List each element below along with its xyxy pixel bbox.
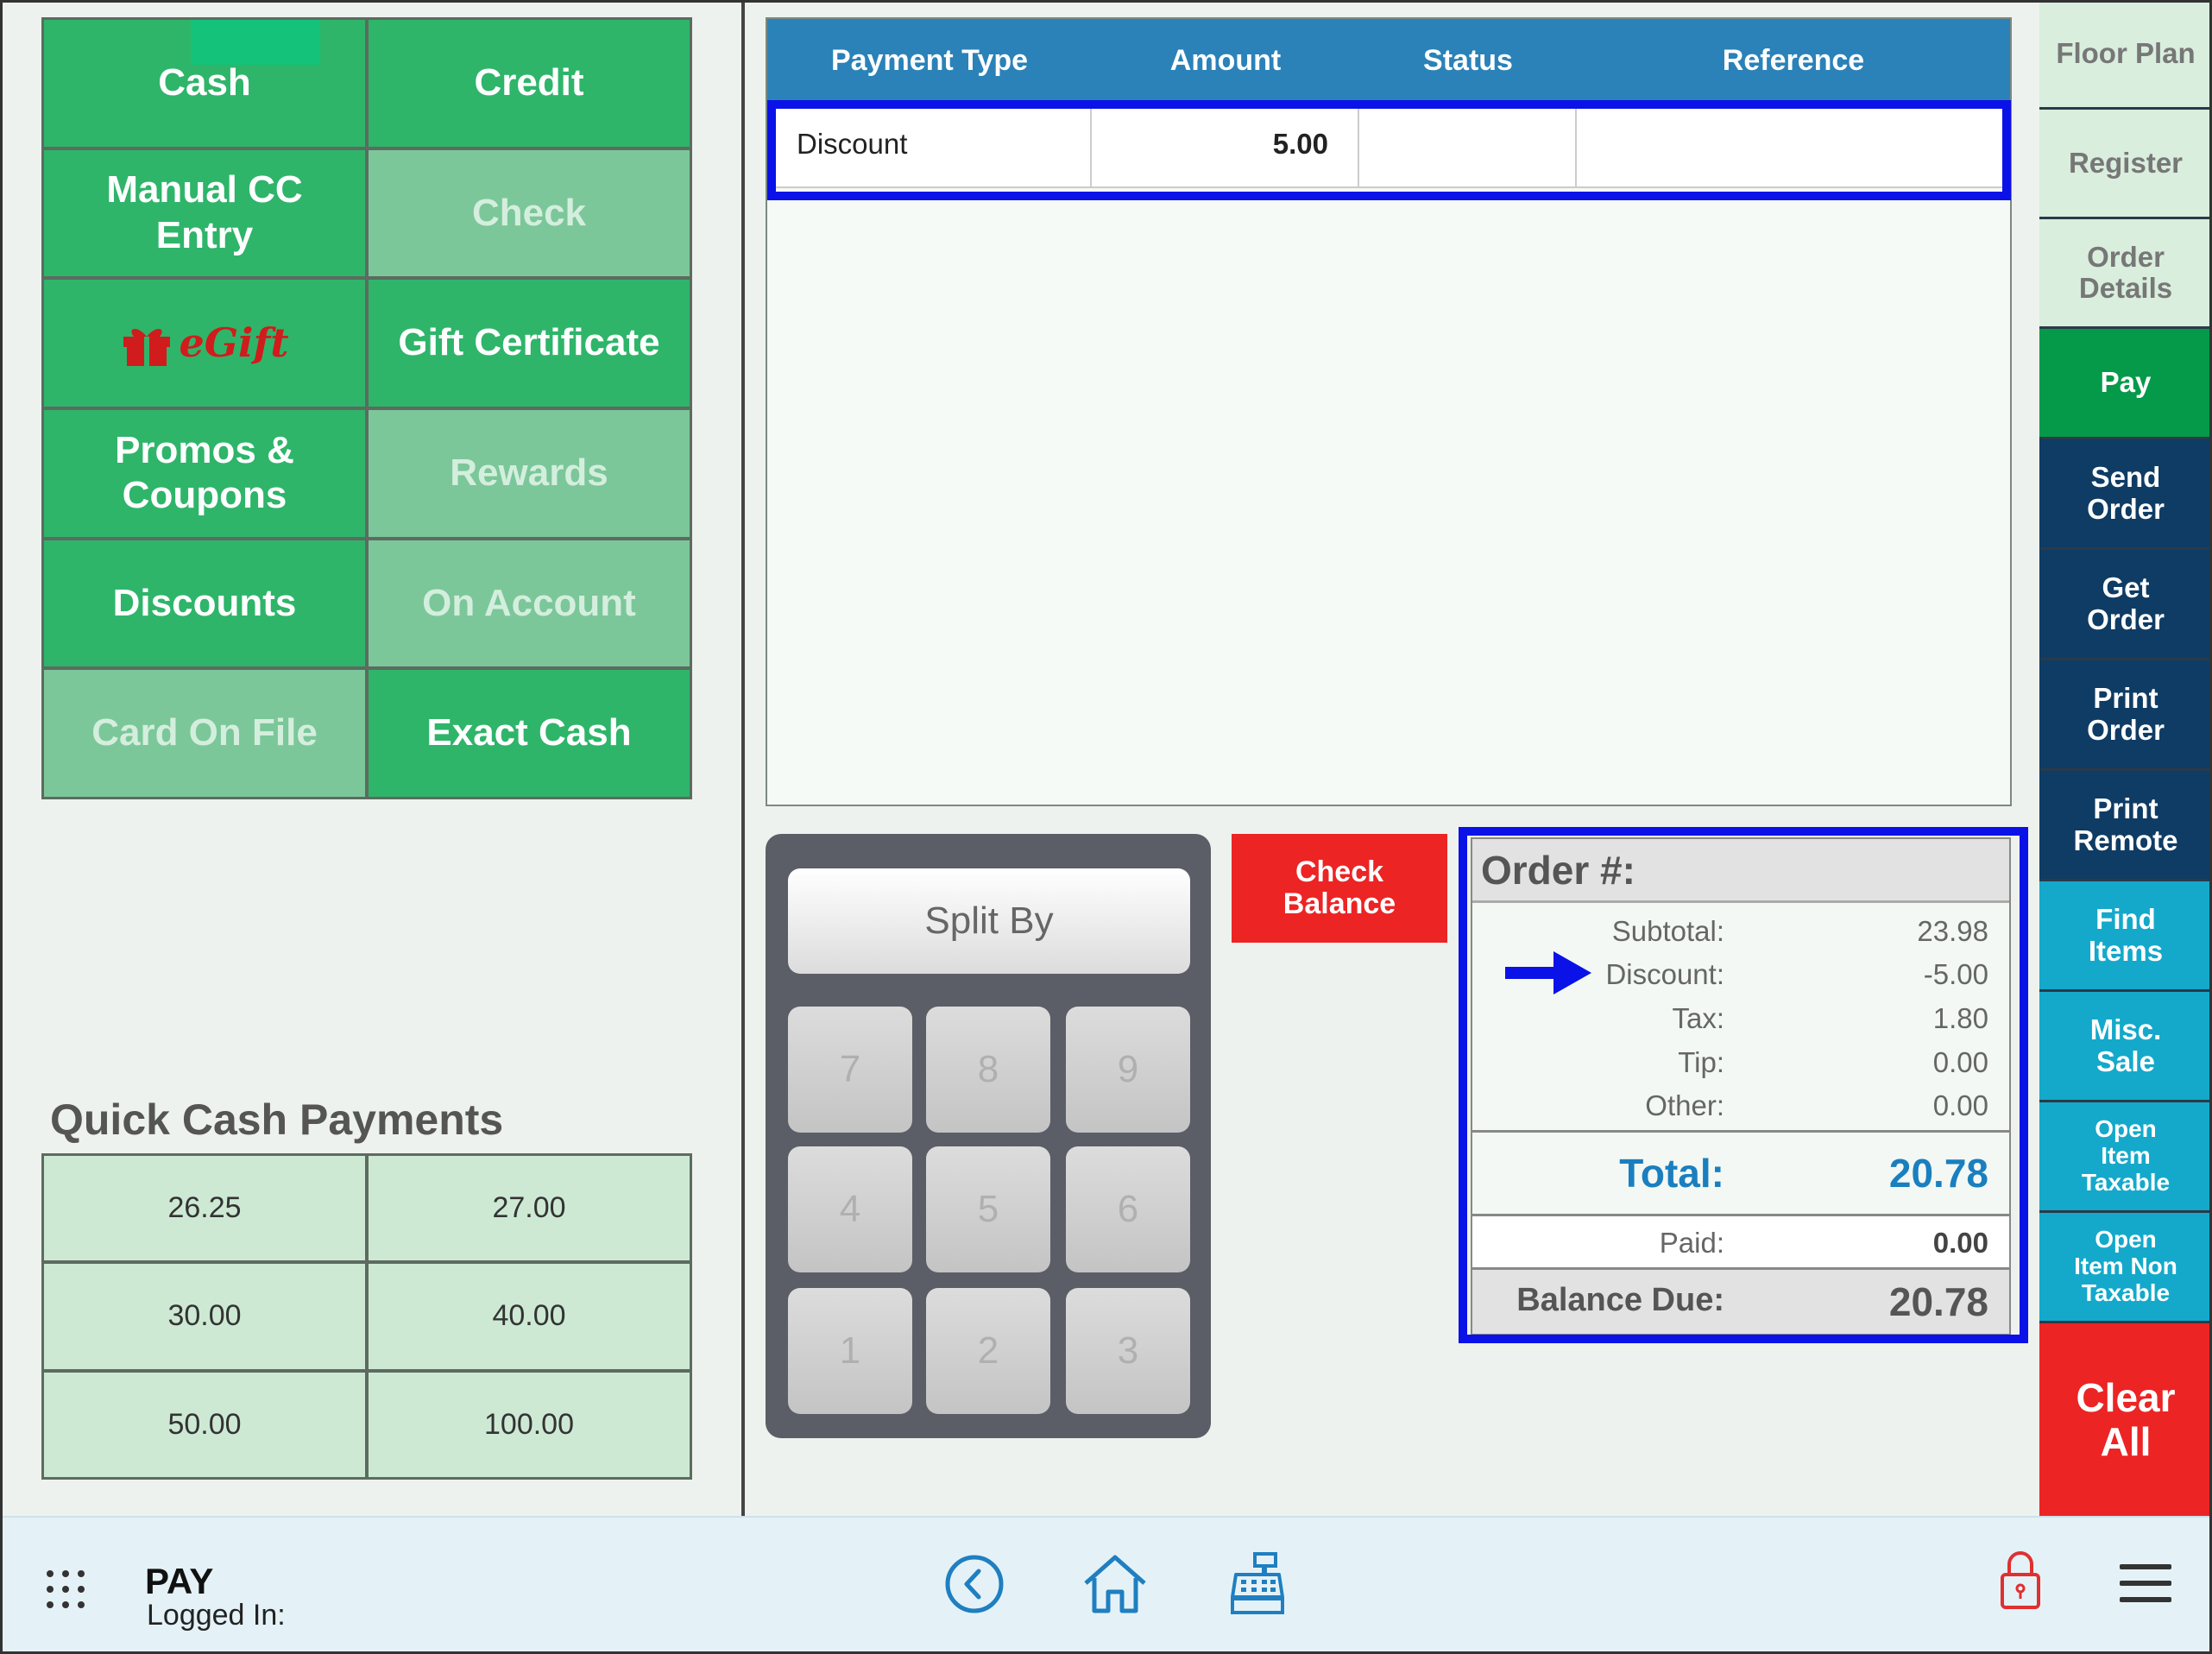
gift-icon xyxy=(123,328,171,366)
column-header-amount[interactable]: Amount xyxy=(1092,19,1359,102)
split-by-button[interactable]: Split By xyxy=(788,868,1190,974)
column-header-status[interactable]: Status xyxy=(1359,19,1577,102)
quick-cash-grid: 26.25 27.00 30.00 40.00 50.00 100.00 xyxy=(41,1153,692,1480)
quick-cash-button[interactable]: 100.00 xyxy=(369,1372,690,1477)
summary-highlight-box xyxy=(1459,827,2028,1343)
cash-label: Cash xyxy=(158,60,251,104)
print-order-button[interactable]: Print Order xyxy=(2039,660,2212,768)
quick-cash-button[interactable]: 30.00 xyxy=(44,1264,365,1369)
discounts-button[interactable]: Discounts xyxy=(44,540,365,667)
gift-certificate-button[interactable]: Gift Certificate xyxy=(369,280,690,407)
payments-table-header: Payment Type Amount Status Reference xyxy=(767,19,2010,102)
exact-cash-button[interactable]: Exact Cash xyxy=(369,670,690,797)
open-item-non-taxable-button[interactable]: Open Item Non Taxable xyxy=(2039,1213,2212,1321)
quick-cash-button[interactable]: 40.00 xyxy=(369,1264,690,1369)
promos-coupons-button[interactable]: Promos & Coupons xyxy=(44,410,365,537)
egift-logo: eGift xyxy=(120,319,289,367)
right-nav: Floor Plan Register Order Details Pay Se… xyxy=(2039,0,2212,1516)
keypad: Split By 7 8 9 4 5 6 1 2 3 xyxy=(766,834,1211,1438)
misc-sale-button[interactable]: Misc. Sale xyxy=(2039,992,2212,1100)
quick-cash-button[interactable]: 50.00 xyxy=(44,1372,365,1477)
logged-in-label: Logged In: xyxy=(147,1599,286,1632)
find-items-button[interactable]: Find Items xyxy=(2039,881,2212,989)
row-highlight-box xyxy=(767,100,2011,200)
keypad-key-7[interactable]: 7 xyxy=(788,1007,912,1133)
check-button[interactable]: Check xyxy=(369,149,690,277)
hamburger-menu-icon[interactable] xyxy=(2120,1562,2171,1604)
back-circle-icon[interactable] xyxy=(944,1554,1005,1614)
cash-accent-tab xyxy=(191,20,320,65)
keypad-key-8[interactable]: 8 xyxy=(926,1007,1050,1133)
on-account-button[interactable]: On Account xyxy=(369,540,690,667)
get-order-button[interactable]: Get Order xyxy=(2039,550,2212,658)
print-remote-button[interactable]: Print Remote xyxy=(2039,771,2212,879)
keypad-key-1[interactable]: 1 xyxy=(788,1288,912,1414)
keypad-key-3[interactable]: 3 xyxy=(1066,1288,1190,1414)
open-item-taxable-button[interactable]: Open Item Taxable xyxy=(2039,1102,2212,1210)
column-header-reference[interactable]: Reference xyxy=(1577,19,2010,102)
quick-cash-button[interactable]: 27.00 xyxy=(369,1156,690,1261)
egift-label: eGift xyxy=(179,319,289,367)
column-header-payment-type[interactable]: Payment Type xyxy=(767,19,1092,102)
cash-button[interactable]: Cash xyxy=(44,20,365,147)
panel-divider xyxy=(741,0,745,1516)
bottom-bar: PAY Logged In: xyxy=(0,1516,2212,1654)
keypad-key-6[interactable]: 6 xyxy=(1066,1146,1190,1272)
payment-methods-grid: Cash Credit Manual CC Entry Check eGift … xyxy=(41,17,692,799)
check-balance-button[interactable]: Check Balance xyxy=(1232,834,1447,943)
register-button[interactable]: Register xyxy=(2039,110,2212,217)
pay-button[interactable]: Pay xyxy=(2039,329,2212,437)
arrow-right-icon xyxy=(1505,951,1591,994)
quick-cash-button[interactable]: 26.25 xyxy=(44,1156,365,1261)
keypad-key-4[interactable]: 4 xyxy=(788,1146,912,1272)
home-icon[interactable] xyxy=(1082,1552,1148,1614)
lock-icon[interactable] xyxy=(1999,1549,2042,1611)
apps-grid-icon[interactable] xyxy=(45,1569,86,1610)
screen-title: PAY xyxy=(145,1561,214,1601)
credit-button[interactable]: Credit xyxy=(369,20,690,147)
card-on-file-button[interactable]: Card On File xyxy=(44,670,365,797)
floor-plan-button[interactable]: Floor Plan xyxy=(2039,0,2212,107)
keypad-key-2[interactable]: 2 xyxy=(926,1288,1050,1414)
egift-button[interactable]: eGift xyxy=(44,280,365,407)
manual-cc-entry-button[interactable]: Manual CC Entry xyxy=(44,149,365,277)
cash-register-icon[interactable] xyxy=(1229,1552,1286,1614)
order-details-button[interactable]: Order Details xyxy=(2039,219,2212,326)
keypad-key-9[interactable]: 9 xyxy=(1066,1007,1190,1133)
rewards-button[interactable]: Rewards xyxy=(369,410,690,537)
quick-cash-title: Quick Cash Payments xyxy=(50,1095,504,1144)
send-order-button[interactable]: Send Order xyxy=(2039,439,2212,547)
clear-all-button[interactable]: Clear All xyxy=(2039,1323,2212,1516)
keypad-key-5[interactable]: 5 xyxy=(926,1146,1050,1272)
